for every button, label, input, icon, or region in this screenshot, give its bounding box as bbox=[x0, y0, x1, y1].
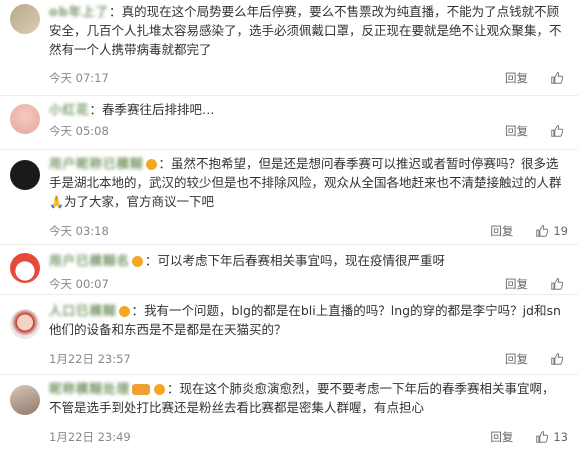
comment-time: 1月22日 23:57 bbox=[49, 352, 131, 366]
username[interactable]: 用户昵称已模糊 bbox=[49, 154, 144, 173]
comment-time: 今天 00:07 bbox=[49, 277, 109, 291]
like-count: 19 bbox=[553, 224, 568, 238]
reply-button[interactable]: 回复 bbox=[490, 429, 513, 445]
like-button[interactable] bbox=[550, 277, 568, 291]
like-button[interactable] bbox=[550, 352, 568, 366]
pray-emoji-icon: 🙏 bbox=[49, 195, 64, 209]
reply-button[interactable]: 回复 bbox=[505, 70, 528, 86]
thumbs-up-icon bbox=[551, 353, 564, 365]
verified-badge-icon bbox=[118, 306, 130, 317]
comment-item: 小红花：春季赛往后排排吧… 今天 05:08 回复 bbox=[0, 96, 578, 150]
verified-badge-icon bbox=[132, 256, 144, 267]
like-button[interactable] bbox=[550, 71, 568, 85]
like-button[interactable] bbox=[550, 124, 568, 138]
username[interactable]: ob年上了 bbox=[49, 2, 109, 21]
username[interactable]: 昵称模糊处理 bbox=[49, 379, 130, 398]
avatar[interactable] bbox=[10, 309, 40, 339]
comment-item: ob年上了：真的现在这个局势要么年后停赛，要么不售票改为纯直播，不能为了点钱就不… bbox=[0, 0, 578, 96]
comment-item: 昵称模糊处理 ：现在这个肺炎愈演愈烈，要不要考虑一下年后的春季赛相关事宜啊，不管是… bbox=[0, 375, 578, 455]
comment-item: 用户已模糊名 ：可以考虑下年后春赛相关事宜吗，现在疫情很严重呀 今天 00:07 … bbox=[0, 245, 578, 295]
avatar[interactable] bbox=[10, 160, 40, 190]
avatar[interactable] bbox=[10, 385, 40, 415]
avatar[interactable] bbox=[10, 4, 40, 34]
reply-button[interactable]: 回复 bbox=[505, 276, 528, 292]
username[interactable]: 用户已模糊名 bbox=[49, 251, 130, 270]
comment-time: 今天 07:17 bbox=[49, 71, 109, 85]
level-badge-icon bbox=[132, 384, 151, 395]
comment-text: 真的现在这个局势要么年后停赛，要么不售票改为纯直播，不能为了点钱就不顾安全，几百… bbox=[49, 4, 562, 57]
thumbs-up-icon bbox=[551, 125, 564, 137]
like-count: 13 bbox=[553, 430, 568, 444]
comment-item: 人口已模糊 ：我有一个问题，blg的都是在bli上直播的吗？lng的穿的都是李宁吗… bbox=[0, 295, 578, 375]
avatar[interactable] bbox=[10, 104, 40, 134]
reply-button[interactable]: 回复 bbox=[505, 123, 528, 139]
comment-text-continued: 为了大家，官方商议一下吧 bbox=[63, 194, 214, 209]
username[interactable]: 人口已模糊 bbox=[49, 301, 117, 320]
comment-text: 春季赛往后排排吧… bbox=[102, 102, 215, 117]
thumbs-up-icon bbox=[551, 278, 564, 290]
comment-item: 用户昵称已模糊 ：虽然不抱希望，但是还是想问春季赛可以推迟或者暂时停赛吗？很多选手… bbox=[0, 150, 578, 245]
comment-time: 今天 03:18 bbox=[49, 224, 109, 238]
thumbs-up-icon bbox=[536, 431, 549, 443]
thumbs-up-icon bbox=[551, 72, 564, 84]
verified-badge-icon bbox=[145, 159, 157, 170]
like-button[interactable]: 13 bbox=[535, 430, 568, 444]
comment-text: 可以考虑下年后春赛相关事宜吗，现在疫情很严重呀 bbox=[157, 253, 446, 268]
comment-time: 1月22日 23:49 bbox=[49, 430, 131, 444]
avatar[interactable] bbox=[10, 253, 40, 283]
comment-list: ob年上了：真的现在这个局势要么年后停赛，要么不售票改为纯直播，不能为了点钱就不… bbox=[0, 0, 578, 455]
like-button[interactable]: 19 bbox=[535, 224, 568, 238]
verified-badge-icon bbox=[154, 384, 166, 395]
reply-button[interactable]: 回复 bbox=[490, 223, 513, 239]
comment-time: 今天 05:08 bbox=[49, 124, 109, 138]
thumbs-up-icon bbox=[536, 225, 549, 237]
username[interactable]: 小红花 bbox=[49, 100, 90, 119]
reply-button[interactable]: 回复 bbox=[505, 351, 528, 367]
